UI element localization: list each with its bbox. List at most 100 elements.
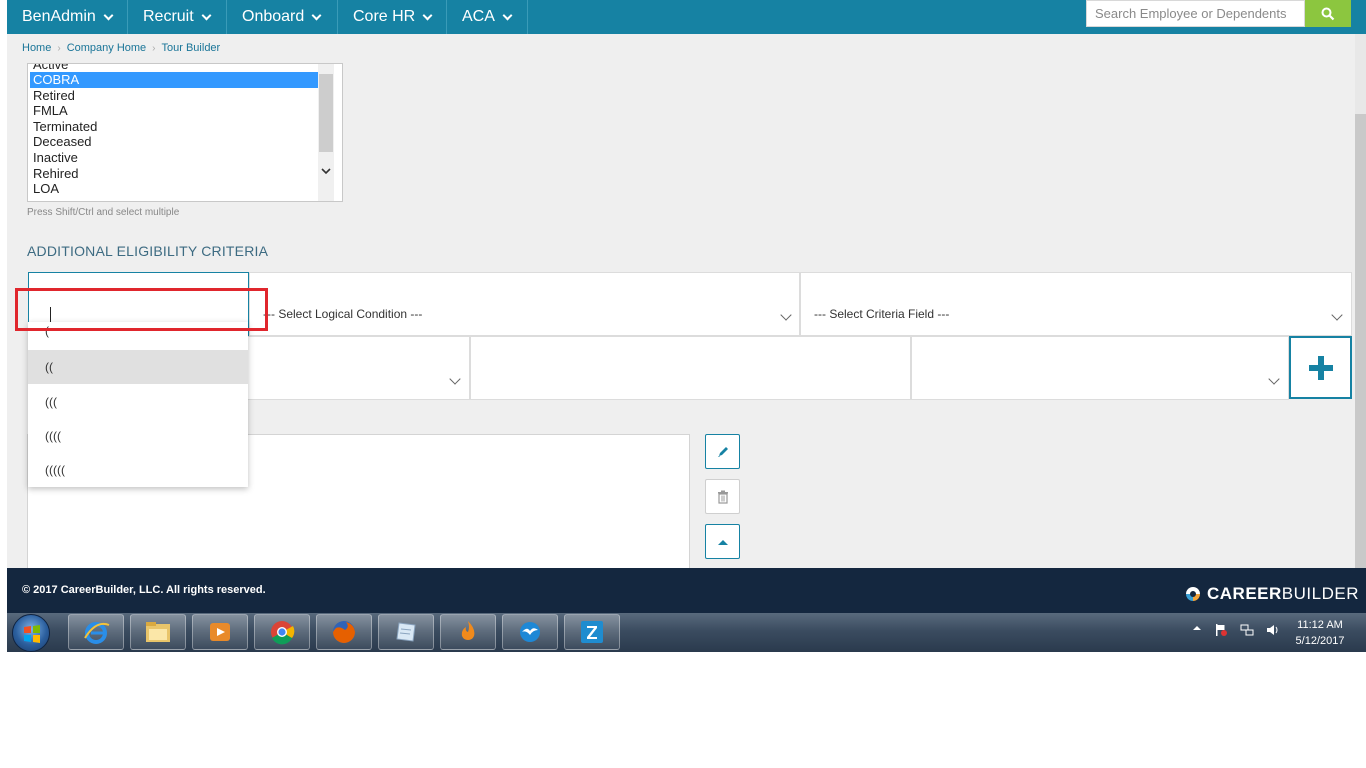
breadcrumb-company-home[interactable]: Company Home [67, 42, 146, 54]
chevron-down-icon [780, 309, 792, 321]
list-item[interactable]: Inactive [30, 150, 318, 166]
chevron-down-icon [502, 10, 513, 20]
taskbar-ie[interactable] [68, 614, 124, 650]
criteria-value-input[interactable] [470, 336, 911, 400]
taskbar-app-flame[interactable] [440, 614, 496, 650]
move-up-button[interactable] [705, 524, 740, 559]
caret-up-icon[interactable] [1192, 623, 1202, 633]
listbox-scrollbar[interactable] [318, 64, 334, 201]
top-nav: BenAdmin Recruit Onboard Core HR ACA Sea… [7, 0, 1366, 34]
page-scrollbar[interactable] [1355, 34, 1366, 574]
list-item[interactable]: Deceased [30, 134, 318, 150]
taskbar-app-z[interactable] [564, 614, 620, 650]
chevron-down-icon [311, 10, 322, 20]
taskbar-clock[interactable]: 11:12 AM 5/12/2017 [1291, 617, 1349, 649]
select-placeholder: --- Select Logical Condition --- [263, 307, 423, 321]
search-button[interactable] [1305, 0, 1351, 27]
nav-label: BenAdmin [22, 8, 96, 25]
taskbar-chrome[interactable] [254, 614, 310, 650]
closing-paren-select[interactable] [911, 336, 1289, 400]
media-player-icon [210, 623, 230, 641]
breadcrumb: Home › Company Home › Tour Builder [22, 42, 220, 54]
taskbar-explorer[interactable] [130, 614, 186, 650]
system-tray [1192, 623, 1280, 637]
highlight-box [15, 288, 268, 331]
taskbar-notepad[interactable] [378, 614, 434, 650]
breadcrumb-tour-builder[interactable]: Tour Builder [162, 42, 221, 54]
volume-icon[interactable] [1266, 623, 1280, 637]
chevron-down-icon [103, 10, 114, 20]
chevron-right-icon: › [152, 42, 156, 54]
internet-explorer-icon [84, 622, 110, 644]
status-listbox[interactable]: Active COBRA Retired FMLA Terminated Dec… [27, 63, 343, 202]
search-placeholder: Search Employee or Dependents [1095, 6, 1287, 21]
chevron-down-icon [1331, 309, 1343, 321]
plus-icon [1308, 355, 1333, 380]
scrollbar-thumb[interactable] [319, 74, 333, 152]
pencil-icon [717, 446, 728, 457]
list-item[interactable]: LOA [30, 181, 318, 197]
app-window: BenAdmin Recruit Onboard Core HR ACA Sea… [7, 0, 1366, 652]
folder-icon [146, 622, 170, 642]
logical-condition-select[interactable]: --- Select Logical Condition --- [249, 272, 800, 336]
add-criteria-button[interactable] [1289, 336, 1352, 399]
chevron-down-icon [422, 10, 433, 20]
taskbar-app-bird[interactable] [502, 614, 558, 650]
list-item[interactable]: Retired [30, 88, 318, 104]
section-title: ADDITIONAL ELIGIBILITY CRITERIA [27, 243, 269, 259]
clock-date: 5/12/2017 [1295, 635, 1345, 647]
chevron-down-icon[interactable] [321, 168, 331, 175]
dropdown-option[interactable]: ((((( [28, 453, 248, 487]
nav-recruit[interactable]: Recruit [128, 0, 227, 34]
bird-icon [520, 622, 540, 642]
chevron-down-icon [1268, 373, 1280, 385]
flag-error-icon[interactable] [1214, 623, 1228, 637]
dropdown-option[interactable]: ((( [28, 385, 248, 419]
dropdown-option[interactable]: (((( [28, 419, 248, 453]
scrollbar-thumb[interactable] [1355, 114, 1366, 574]
nav-aca[interactable]: ACA [447, 0, 528, 34]
clock-time: 11:12 AM [1297, 619, 1343, 631]
brand-light: BUILDER [1281, 584, 1359, 603]
screen: BenAdmin Recruit Onboard Core HR ACA Sea… [0, 0, 1366, 768]
criteria-field-select[interactable]: --- Select Criteria Field --- [800, 272, 1352, 336]
network-icon[interactable] [1240, 623, 1254, 637]
listbox-help-text: Press Shift/Ctrl and select multiple [27, 207, 180, 218]
list-item[interactable]: FMLA [30, 103, 318, 119]
paren-dropdown: ( (( ((( (((( ((((( [28, 322, 248, 487]
dropdown-option[interactable]: (( [28, 350, 248, 384]
windows-logo-icon [24, 625, 40, 643]
notepad-icon [396, 622, 416, 642]
list-item[interactable]: Rehired [30, 166, 318, 182]
chevron-down-icon [201, 10, 212, 20]
firefox-icon [333, 621, 355, 643]
list-item[interactable]: COBRA [30, 72, 318, 88]
taskbar-firefox[interactable] [316, 614, 372, 650]
careerbuilder-logo: CAREER BUILDER [1185, 584, 1359, 604]
search-input[interactable]: Search Employee or Dependents [1086, 0, 1305, 27]
flame-icon [461, 621, 475, 640]
nav-benadmin[interactable]: BenAdmin [7, 0, 128, 34]
nav-onboard[interactable]: Onboard [227, 0, 338, 34]
list-item[interactable]: Terminated [30, 119, 318, 135]
brand-bold: CAREER [1207, 584, 1282, 603]
z-app-icon [581, 621, 603, 643]
caret-up-icon [717, 539, 728, 545]
delete-button[interactable] [705, 479, 740, 514]
edit-button[interactable] [705, 434, 740, 469]
footer: © 2017 CareerBuilder, LLC. All rights re… [7, 568, 1366, 613]
start-button[interactable] [12, 614, 50, 652]
nav-core-hr[interactable]: Core HR [338, 0, 447, 34]
copyright-text: © 2017 CareerBuilder, LLC. All rights re… [22, 584, 266, 596]
trash-icon [717, 490, 728, 504]
chrome-icon [271, 621, 295, 645]
chevron-down-icon [449, 373, 461, 385]
nav-label: Recruit [143, 8, 194, 25]
select-placeholder: --- Select Criteria Field --- [814, 307, 950, 321]
careerbuilder-logo-icon [1186, 587, 1200, 601]
search-icon [1321, 7, 1335, 20]
breadcrumb-home[interactable]: Home [22, 42, 51, 54]
nav-label: Core HR [353, 8, 416, 25]
taskbar-media-player[interactable] [192, 614, 248, 650]
nav-label: ACA [462, 8, 495, 25]
